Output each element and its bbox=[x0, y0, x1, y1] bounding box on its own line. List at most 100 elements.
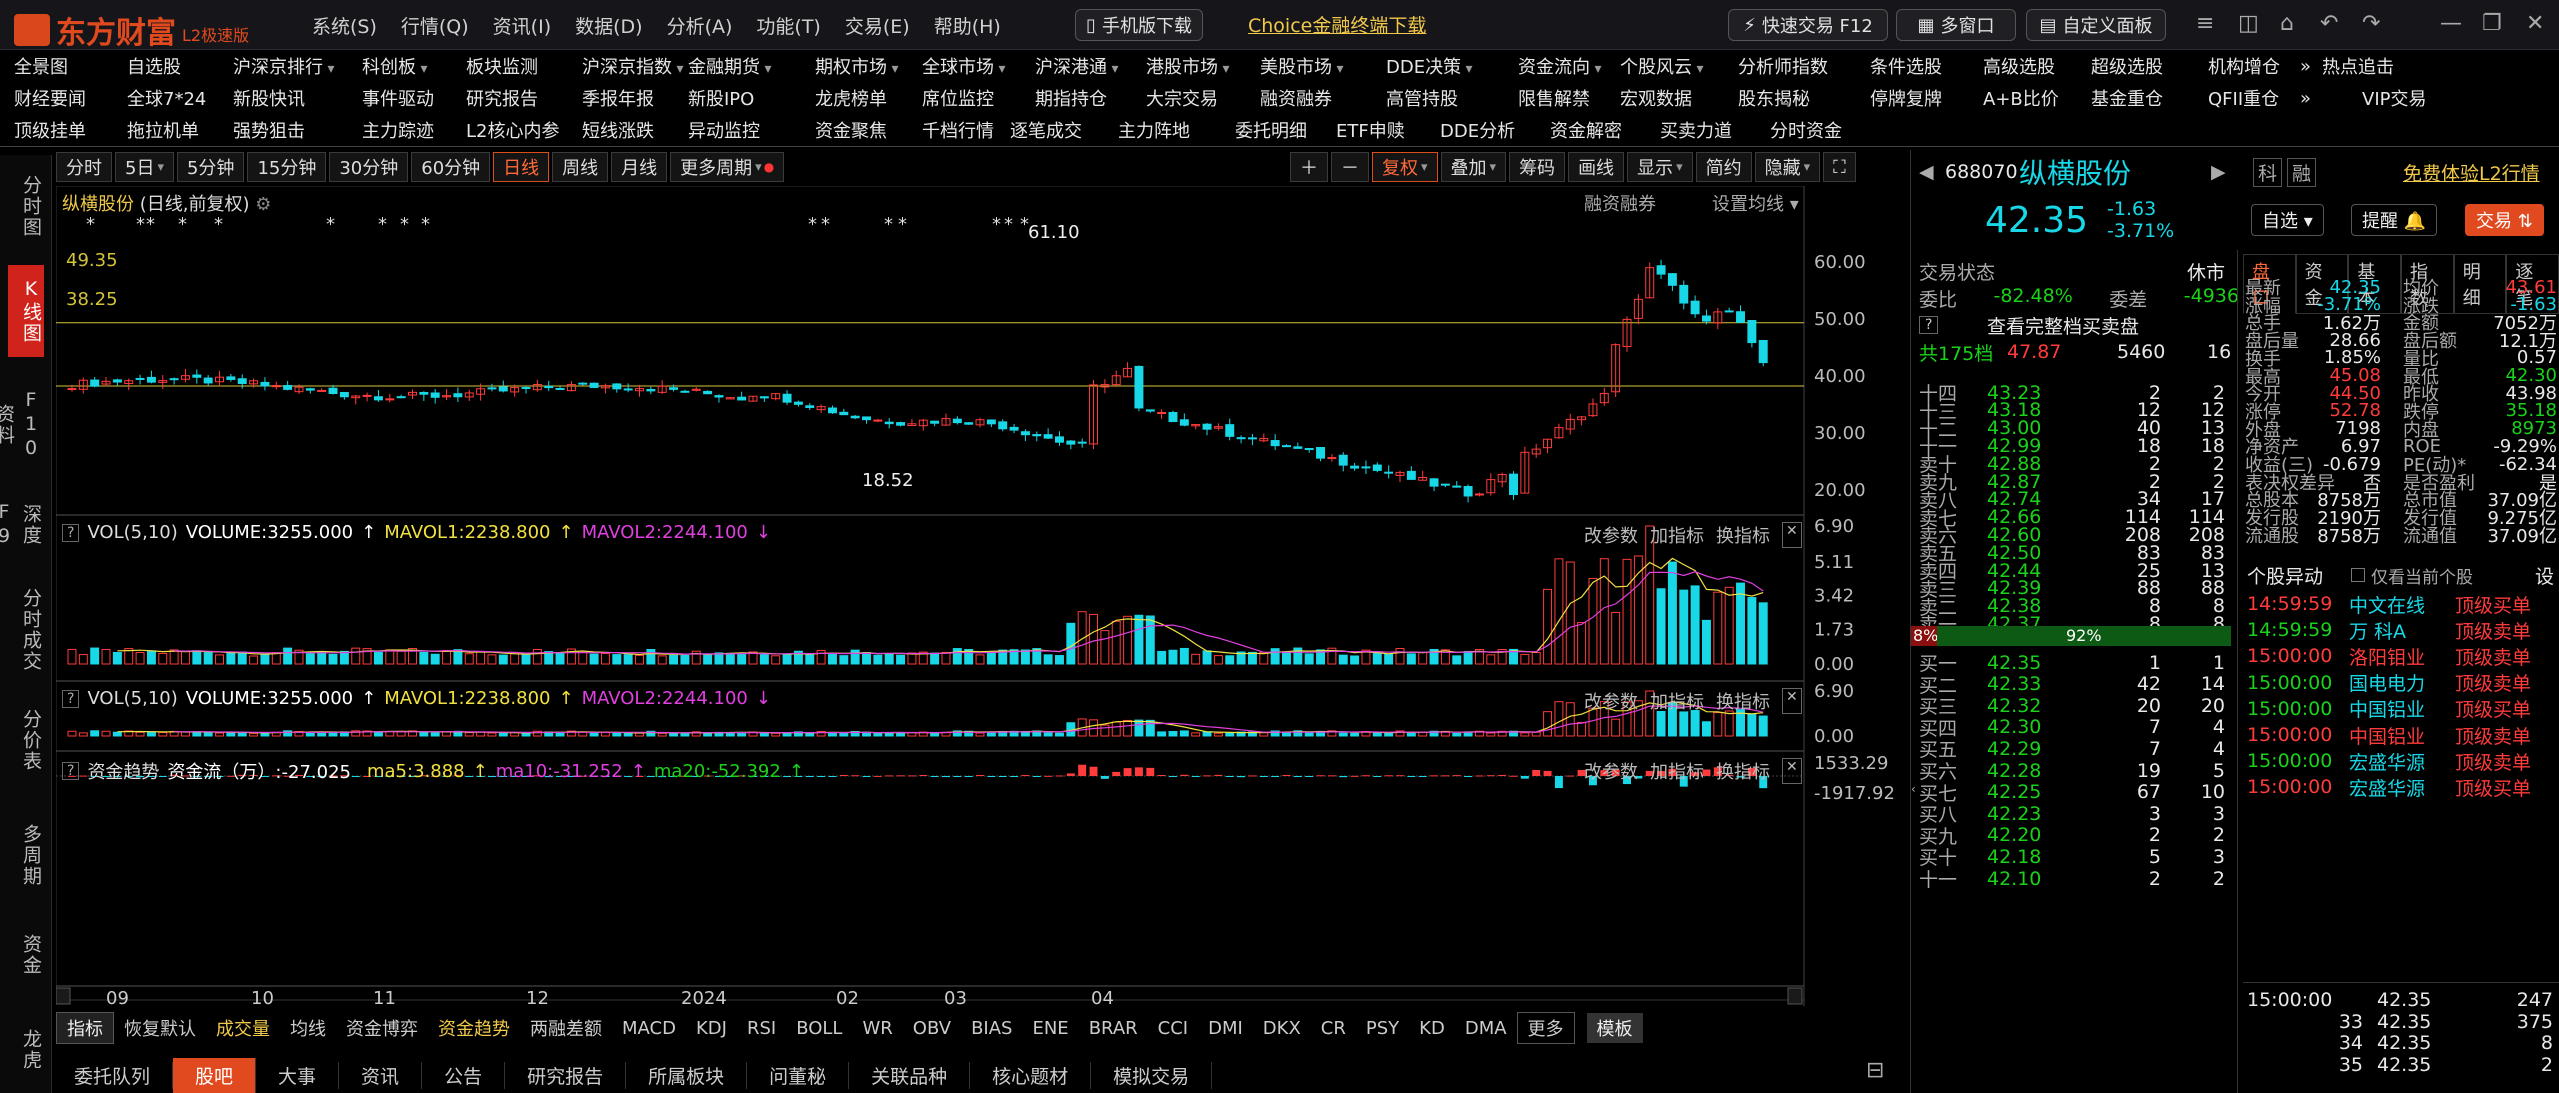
nav-item[interactable]: 财经要闻 bbox=[14, 85, 86, 111]
nav-item[interactable]: » bbox=[2300, 88, 2311, 109]
period-button[interactable]: 周线 bbox=[552, 152, 609, 182]
indicator-tab[interactable]: DMI bbox=[1198, 1016, 1253, 1041]
nav-item[interactable]: 高管持股 bbox=[1386, 85, 1458, 111]
indicator-tab[interactable]: 资金趋势 bbox=[428, 1013, 520, 1043]
menu-item[interactable]: 帮助(H) bbox=[922, 8, 1013, 43]
nav-item[interactable]: 期指持仓 bbox=[1035, 85, 1107, 111]
period-button[interactable]: 5分钟 bbox=[176, 152, 245, 182]
help-icon[interactable]: ? bbox=[62, 523, 80, 542]
panel-op[interactable]: 换指标 bbox=[1716, 522, 1770, 548]
close-panel-icon[interactable]: ✕ bbox=[1782, 522, 1802, 548]
bottom-tab[interactable]: 大事 bbox=[256, 1062, 340, 1089]
help-icon[interactable]: ? bbox=[62, 689, 80, 708]
panel-op[interactable]: 改参数 bbox=[1584, 758, 1638, 784]
zoom-in-button[interactable]: ＋ bbox=[1290, 152, 1328, 182]
nav-item[interactable]: 高级选股 bbox=[1983, 53, 2055, 79]
nav-item[interactable]: 全球7*24 bbox=[127, 85, 206, 111]
nav-item[interactable]: 美股市场 bbox=[1260, 53, 1343, 79]
nav-item[interactable]: 大宗交易 bbox=[1146, 85, 1218, 111]
nav-item[interactable]: » bbox=[2300, 56, 2311, 77]
kline-chart-svg[interactable]: * * * * * * * * * * * * * * * * 61.1018.5249.3538.2560.0… bbox=[55, 185, 1896, 1009]
indicator-tab[interactable]: 指标 bbox=[56, 1012, 114, 1044]
skin-icon[interactable]: ◫ bbox=[2238, 11, 2259, 36]
left-tab[interactable]: 分价表 bbox=[8, 695, 44, 785]
left-tab[interactable]: 分时成交 bbox=[8, 580, 44, 680]
nav-item[interactable]: 千档行情 bbox=[922, 117, 994, 143]
nav-item[interactable]: 资金聚焦 bbox=[815, 117, 887, 143]
chart-tool-button[interactable]: 显示 ▾ bbox=[1627, 152, 1693, 182]
nav-item[interactable]: 买卖力道 bbox=[1660, 117, 1732, 143]
nav-item[interactable]: 新股快讯 bbox=[233, 85, 305, 111]
chart-tool-button[interactable]: 筹码 bbox=[1509, 152, 1566, 182]
nav-item[interactable]: 全球市场 bbox=[922, 53, 1005, 79]
forward-icon[interactable]: ↷ bbox=[2362, 11, 2380, 36]
nav-item[interactable]: 资金流向 bbox=[1518, 53, 1601, 79]
nav-item[interactable]: 拖拉机单 bbox=[127, 117, 199, 143]
menu-item[interactable]: 交易(E) bbox=[833, 8, 922, 43]
indicator-tab[interactable]: MACD bbox=[612, 1016, 686, 1041]
period-button[interactable]: 分时 bbox=[56, 152, 112, 182]
bottom-tab[interactable]: 委托队列 bbox=[52, 1062, 174, 1089]
nav-item[interactable]: 期权市场 bbox=[815, 53, 898, 79]
menu-item[interactable]: 行情(Q) bbox=[389, 8, 481, 43]
nav-item[interactable]: 限售解禁 bbox=[1518, 85, 1590, 111]
left-tab[interactable]: K线图 bbox=[8, 265, 44, 357]
bottom-tab[interactable]: 关联品种 bbox=[849, 1062, 971, 1089]
nav-item[interactable]: 金融期货 bbox=[688, 53, 771, 79]
mover-name[interactable]: 宏盛华源 bbox=[2349, 748, 2425, 775]
mover-name[interactable]: 中国铝业 bbox=[2349, 722, 2425, 749]
indicator-tab[interactable]: 均线 bbox=[280, 1013, 336, 1043]
nav-item[interactable]: 沪深京指数 bbox=[582, 53, 683, 79]
bottom-tab[interactable]: 模拟交易 bbox=[1091, 1062, 1213, 1089]
nav-item[interactable]: ETF申赎 bbox=[1336, 117, 1405, 143]
nav-item[interactable]: DDE分析 bbox=[1440, 117, 1515, 143]
bottom-tab[interactable]: 研究报告 bbox=[505, 1062, 627, 1089]
nav-item[interactable]: 事件驱动 bbox=[362, 85, 434, 111]
nav-item[interactable]: 资金解密 bbox=[1550, 117, 1622, 143]
nav-item[interactable]: 主力踪迹 bbox=[362, 117, 434, 143]
nav-item[interactable]: 港股市场 bbox=[1146, 53, 1229, 79]
fullscreen-icon[interactable]: ⛶ bbox=[1823, 152, 1856, 182]
panel-op[interactable]: 加指标 bbox=[1650, 688, 1704, 714]
help-icon[interactable]: ? bbox=[62, 762, 80, 780]
mobile-download-button[interactable]: ▯ 手机版下载 bbox=[1075, 9, 1203, 41]
indicator-tab[interactable]: BOLL bbox=[786, 1016, 852, 1041]
nav-item[interactable]: 热点追击 bbox=[2322, 53, 2394, 79]
menu-item[interactable]: 资讯(I) bbox=[481, 8, 563, 43]
nav-item[interactable]: 季报年报 bbox=[582, 85, 654, 111]
custom-layout-button[interactable]: ▤ 自定义面板 bbox=[2026, 9, 2166, 41]
back-icon[interactable]: ↶ bbox=[2320, 11, 2338, 36]
mover-name[interactable]: 国电电力 bbox=[2349, 669, 2425, 696]
indicator-tab[interactable]: CCI bbox=[1148, 1016, 1198, 1041]
indicator-tab[interactable]: KDJ bbox=[686, 1016, 737, 1041]
indicator-tab[interactable]: ENE bbox=[1022, 1016, 1078, 1041]
chart-tool-button[interactable]: 复权 ▾ bbox=[1372, 152, 1438, 182]
restore-icon[interactable]: ❐ bbox=[2482, 11, 2502, 36]
nav-item[interactable]: 超级选股 bbox=[2091, 53, 2163, 79]
full-book-link[interactable]: 查看完整档买卖盘 bbox=[1987, 312, 2139, 339]
panel-op[interactable]: 加指标 bbox=[1650, 522, 1704, 548]
prev-stock-icon[interactable]: ◀ bbox=[1919, 161, 1934, 183]
indicator-tab[interactable]: 模板 bbox=[1586, 1013, 1643, 1043]
indicator-tab[interactable]: OBV bbox=[903, 1016, 961, 1041]
bottom-tab[interactable]: 股吧 bbox=[173, 1058, 257, 1093]
next-stock-icon[interactable]: ▶ bbox=[2211, 161, 2226, 183]
alert-button[interactable]: 提醒 🔔 bbox=[2351, 204, 2438, 236]
indicator-tab[interactable]: DKX bbox=[1253, 1016, 1311, 1041]
minimize-icon[interactable]: — bbox=[2440, 11, 2462, 36]
trade-button[interactable]: 交易 ⇅ bbox=[2465, 204, 2544, 236]
nav-item[interactable]: 基金重仓 bbox=[2091, 85, 2163, 111]
ma-settings[interactable]: 设置均线 ▾ bbox=[1712, 190, 1799, 216]
nav-item[interactable]: 宏观数据 bbox=[1620, 85, 1692, 111]
indicator-tab[interactable]: RSI bbox=[737, 1016, 786, 1041]
panel-op[interactable]: 加指标 bbox=[1650, 758, 1704, 784]
close-icon[interactable]: ✕ bbox=[2526, 11, 2544, 36]
menu-item[interactable]: 数据(D) bbox=[563, 8, 654, 43]
nav-item[interactable]: 融资融券 bbox=[1260, 85, 1332, 111]
bottom-tab[interactable]: 资讯 bbox=[339, 1062, 423, 1089]
close-panel-icon[interactable]: ✕ bbox=[1782, 688, 1802, 714]
indicator-tab[interactable]: DMA bbox=[1455, 1016, 1517, 1041]
nav-item[interactable]: 短线涨跌 bbox=[582, 117, 654, 143]
mover-name[interactable]: 宏盛华源 bbox=[2349, 774, 2425, 801]
left-tab[interactable]: 分时图 bbox=[8, 165, 44, 247]
